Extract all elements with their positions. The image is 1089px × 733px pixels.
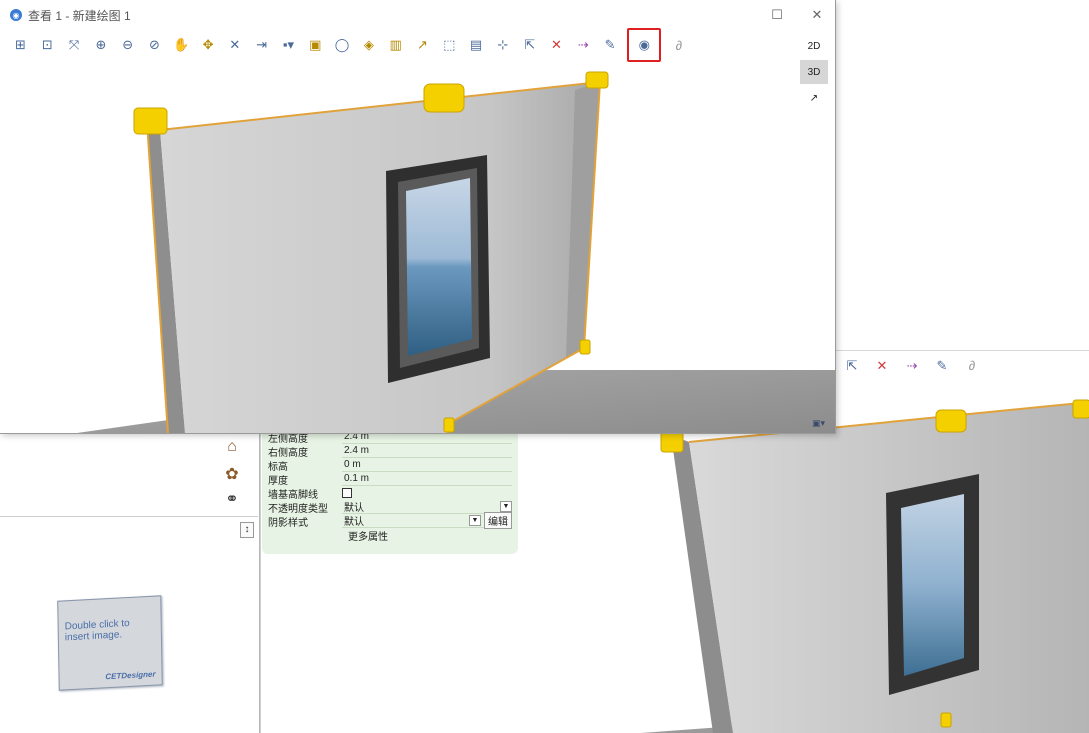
furniture-icon[interactable]: ⌂ [220,436,244,458]
move-icon[interactable]: ⇱ [518,33,541,57]
shadow-select[interactable]: 默认 ▼ 编辑 [342,512,512,529]
prop-label: 阴影样式 [268,517,308,529]
pencil-icon[interactable]: ✎ [599,33,622,57]
prop-label: 不透明度类型 [268,503,328,515]
section-icon[interactable]: ▥ [384,33,407,57]
scene [77,71,835,433]
baseline-checkbox[interactable] [342,488,352,498]
walk-icon[interactable]: ⇥ [250,33,273,57]
prop-row-baseline: 墙基高脚线 [268,486,512,501]
delete-icon[interactable]: ✕ [545,33,568,57]
title-bar: ◉ 查看 1 - 新建绘图 1 ☐ ✕ [0,0,835,30]
prop-label: 墙基高脚线 [268,489,318,501]
gizmo-top [423,83,465,113]
comment-icon[interactable]: ▤ [465,33,488,57]
prop-value[interactable]: 0.1 m [342,473,512,486]
xray-icon[interactable]: ◯ [331,33,354,57]
zoom-fit-icon[interactable]: ⤧ [63,33,86,57]
resize-handle[interactable]: ↕ [240,522,254,538]
screenshot-icon[interactable]: ◉ [627,28,662,62]
gizmo-corner [579,339,591,355]
app-icon: ◉ [10,9,22,21]
gizmo-bottom [443,417,455,433]
prop-row-opacity: 不透明度类型 默认 ▼ [268,500,512,515]
zoom-in-icon[interactable]: ⊕ [89,33,112,57]
prop-row-right-height: 右侧高度 2.4 m [268,444,512,459]
nav-cube-icon[interactable]: ▣▾ [812,418,825,429]
shadow-value: 默认 [344,517,364,528]
prop-row-elevation: 标高 0 m [268,458,512,473]
prop-row-thickness: 厚度 0.1 m [268,472,512,487]
gizmo-left [660,431,684,453]
gizmo-left [133,107,168,135]
insert-point-icon[interactable]: ⊹ [491,33,514,57]
panel-divider [0,516,258,517]
properties-panel: 左侧高度 2.4 m 右侧高度 2.4 m 标高 0 m 厚度 0.1 m 墙基… [262,426,518,554]
insert-image-card[interactable]: Double click to insert image. CETDesigne… [57,595,163,691]
window-glass [406,178,472,356]
orbit-icon[interactable]: ✥ [197,33,220,57]
prop-value[interactable]: 2.4 m [342,445,512,458]
unlink-icon[interactable]: ∂ [964,358,980,374]
gizmo-top [935,409,967,433]
chevron-down-icon[interactable]: ▼ [500,501,512,512]
pencil-icon[interactable]: ✎ [934,358,950,374]
prop-label: 右侧高度 [268,447,308,459]
view-window: ◉ 查看 1 - 新建绘图 1 ☐ ✕ ⊞ ⊡ ⤧ ⊕ ⊖ ⊘ ✋ ✥ ✕ ⇥ … [0,0,836,434]
view-toolbar: ⊞ ⊡ ⤧ ⊕ ⊖ ⊘ ✋ ✥ ✕ ⇥ ▪▾ ▣ ◯ ◈ ▥ ↗ ⬚ ▤ ⊹ ⇱… [0,28,835,62]
window-title: 查看 1 - 新建绘图 1 [28,8,131,23]
prop-row-shadow: 阴影样式 默认 ▼ 编辑 [268,512,512,529]
fit-selection-icon[interactable]: ✕ [223,33,246,57]
insert-image-text: Double click to insert image. [64,617,130,644]
binoculars-icon[interactable]: ⚭ [220,488,244,510]
edit-button[interactable]: 编辑 [484,512,512,529]
more-properties-link[interactable]: 更多属性 [268,528,512,543]
select-icon[interactable]: ⬚ [438,33,461,57]
zoom-previous-icon[interactable]: ⊘ [143,33,166,57]
zoom-window-icon[interactable]: ⊡ [36,33,59,57]
gizmo-bottom [940,712,952,728]
prop-value[interactable]: 0 m [342,459,512,472]
stretch-icon[interactable]: ⇢ [904,358,920,374]
pan-hand-icon[interactable]: ✋ [170,33,193,57]
delete-icon[interactable]: ✕ [874,358,890,374]
zoom-extents-icon[interactable]: ⊞ [9,33,32,57]
chevron-down-icon[interactable]: ▼ [469,515,481,526]
prop-label: 标高 [268,461,288,473]
maximize-button[interactable]: ☐ [764,5,790,25]
unlink-icon[interactable]: ∂ [667,33,690,57]
render-icon[interactable]: ▣ [304,33,327,57]
opacity-value: 默认 [344,503,364,514]
window-glass [901,494,964,676]
decor-icon[interactable]: ✿ [220,463,244,485]
2d-button[interactable]: 2D [800,34,828,58]
prop-label: 厚度 [268,475,288,487]
measure-icon[interactable]: ↗ [411,33,434,57]
gizmo-right [585,71,609,89]
camera-icon[interactable]: ▪▾ [277,33,300,57]
close-button[interactable]: ✕ [804,5,830,25]
background-toolbar: ⇱ ✕ ⇢ ✎ ∂ [836,350,1089,380]
zoom-out-icon[interactable]: ⊖ [116,33,139,57]
move-icon[interactable]: ⇱ [844,358,860,374]
stretch-icon[interactable]: ⇢ [572,33,595,57]
brand-logo: CETDesigner [105,669,156,682]
left-panel: ⌂ ✿ ⚭ ↕ Double click to insert image. CE… [0,430,260,733]
3d-viewport[interactable] [0,60,835,433]
gizmo-right [1072,399,1089,419]
hide-icon[interactable]: ◈ [357,33,380,57]
